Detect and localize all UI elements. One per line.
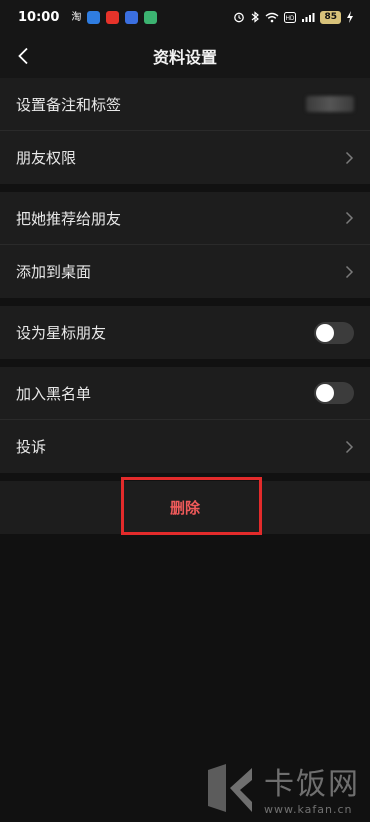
row-label: 设为星标朋友 (16, 324, 107, 342)
toggle-knob (316, 323, 334, 342)
settings-group-remark: 设置备注和标签 朋友权限 (0, 78, 370, 184)
status-time: 10:00 (18, 9, 60, 25)
settings-group-block: 加入黑名单 投诉 (0, 367, 370, 473)
toggle-knob (316, 384, 334, 402)
taobao-icon: 淘 (71, 11, 82, 23)
row-label: 投诉 (16, 438, 47, 456)
bluetooth-icon (252, 11, 260, 23)
row-friend-permissions[interactable]: 朋友权限 (0, 131, 370, 184)
blurred-remark-value (306, 96, 354, 112)
chevron-right-icon (345, 440, 354, 453)
row-label: 朋友权限 (16, 149, 77, 167)
row-label: 设置备注和标签 (16, 95, 122, 114)
section-divider (0, 298, 370, 306)
row-remark-tags[interactable]: 设置备注和标签 (0, 78, 370, 131)
highlight-annotation-box (121, 477, 262, 535)
alarm-icon (234, 12, 245, 23)
chevron-left-icon (18, 47, 28, 65)
blacklist-toggle[interactable] (314, 382, 354, 404)
row-add-to-desktop[interactable]: 添加到桌面 (0, 245, 370, 298)
browser-icon (125, 10, 139, 24)
row-star-friend: 设为星标朋友 (0, 306, 370, 359)
row-complain[interactable]: 投诉 (0, 420, 370, 473)
page-title: 资料设置 (152, 48, 217, 67)
kafan-logo-icon (208, 763, 252, 812)
signal-icon (302, 12, 315, 22)
charging-icon (347, 11, 353, 23)
chevron-right-icon (345, 151, 354, 164)
row-recommend-to-friend[interactable]: 把她推荐给朋友 (0, 192, 370, 245)
status-bar: 10:00 淘 HD 85 (0, 0, 370, 34)
row-label: 加入黑名单 (16, 384, 92, 403)
nav-bar: 资料设置 (0, 34, 370, 78)
weibo-icon (106, 10, 120, 24)
settings-group-share: 把她推荐给朋友 添加到桌面 (0, 192, 370, 298)
delete-section: 删除 (0, 477, 370, 535)
back-button[interactable] (8, 41, 38, 71)
row-right (306, 96, 354, 112)
watermark-url: www.kafan.cn (264, 803, 353, 816)
app-notification-icon (87, 10, 101, 24)
battery-indicator: 85 (320, 10, 341, 24)
settings-group-star: 设为星标朋友 (0, 306, 370, 359)
watermark: 卡饭网 www.kafan.cn (202, 759, 360, 816)
row-label: 把她推荐给朋友 (16, 209, 122, 228)
watermark-text: 卡饭网 www.kafan.cn (264, 759, 360, 816)
star-friend-toggle[interactable] (314, 321, 354, 344)
row-blacklist: 加入黑名单 (0, 367, 370, 420)
app-icon-green (144, 10, 158, 24)
svg-text:HD: HD (286, 16, 295, 22)
chevron-right-icon (345, 265, 354, 278)
row-label: 添加到桌面 (16, 263, 92, 281)
hd-icon: HD (284, 11, 297, 23)
section-divider (0, 359, 370, 367)
status-right: HD 85 (233, 10, 354, 24)
chevron-right-icon (345, 211, 354, 225)
status-left: 10:00 淘 (18, 9, 158, 25)
watermark-brand: 卡饭网 (264, 767, 360, 802)
wifi-icon (266, 12, 279, 22)
section-divider (0, 184, 370, 192)
